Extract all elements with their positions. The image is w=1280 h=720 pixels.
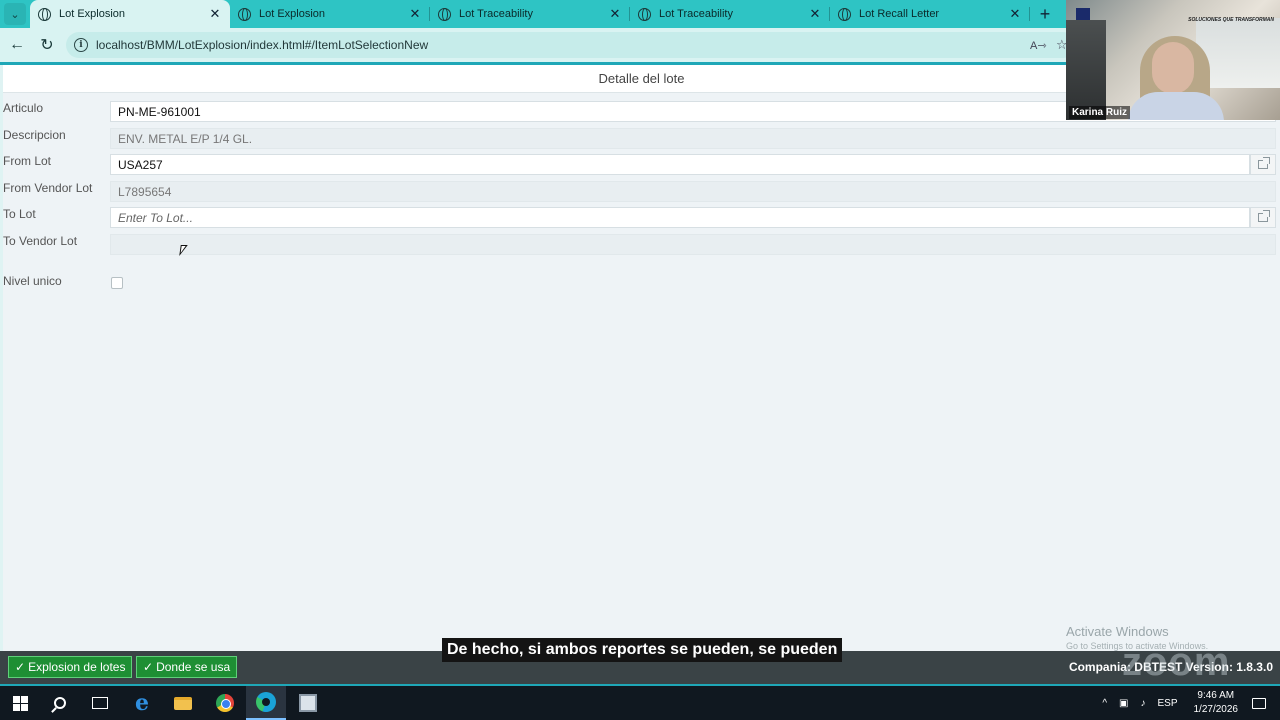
participant-name: Karina Ruiz: [1069, 106, 1131, 119]
close-icon[interactable]: ✕: [1008, 6, 1022, 22]
windows-taskbar: e ^ ▣ ♪ ESP 9:46 AM 1/27/2026: [0, 686, 1280, 720]
tab-title: Lot Traceability: [459, 8, 533, 20]
windows-logo-icon: [12, 695, 28, 711]
task-view-icon: [92, 697, 108, 709]
app-button[interactable]: [288, 686, 328, 720]
url-text[interactable]: localhost/BMM/LotExplosion/index.html#/I…: [96, 38, 1030, 52]
articulo-label: Articulo: [3, 101, 44, 115]
to-vendor-lot-field: [110, 234, 1276, 255]
to-lot-label: To Lot: [3, 207, 36, 221]
from-vendor-lot-row: From Vendor Lot L7895654: [3, 181, 1280, 207]
internet-explorer-icon: e: [135, 690, 149, 716]
open-lookup-icon: [1258, 210, 1270, 222]
company-tagline: SOLUCIONES QUE TRANSFORMAN: [1188, 17, 1274, 23]
nivel-unico-checkbox[interactable]: [111, 277, 123, 289]
system-tray: ^ ▣ ♪ ESP 9:46 AM 1/27/2026: [1096, 686, 1280, 720]
globe-icon: [38, 7, 51, 21]
to-lot-lookup-button[interactable]: [1250, 207, 1276, 228]
from-vendor-lot-field: L7895654: [110, 181, 1276, 202]
chevron-down-icon[interactable]: ⌄: [4, 3, 26, 25]
clock[interactable]: 9:46 AM 1/27/2026: [1194, 689, 1239, 717]
edge-icon: [256, 692, 276, 712]
descripcion-field: ENV. METAL E/P 1/4 GL.: [110, 128, 1276, 149]
browser-tab-3[interactable]: Lot Traceability ✕: [430, 0, 630, 28]
task-view-button[interactable]: [80, 686, 120, 720]
info-icon[interactable]: i: [74, 38, 88, 52]
browser-tab-5[interactable]: Lot Recall Letter ✕: [830, 0, 1030, 28]
checkmark-icon: ✓: [15, 660, 26, 674]
lot-detail-page: Detalle del lote Articulo PN-ME-961001 D…: [3, 65, 1280, 651]
read-aloud-icon[interactable]: A⇾: [1030, 39, 1056, 52]
activate-windows-title: Activate Windows: [1066, 624, 1169, 639]
from-lot-lookup-button[interactable]: [1250, 154, 1276, 175]
globe-icon: [438, 7, 451, 21]
close-icon[interactable]: ✕: [808, 6, 822, 22]
to-vendor-lot-label: To Vendor Lot: [3, 234, 78, 248]
tab-title: Lot Recall Letter: [859, 8, 940, 20]
chrome-button[interactable]: [205, 686, 245, 720]
close-icon[interactable]: ✕: [208, 6, 222, 22]
nivel-unico-row: Nivel unico: [3, 274, 1280, 300]
refresh-icon[interactable]: ↻: [32, 35, 62, 55]
donde-button-label: Donde se usa: [156, 660, 231, 674]
tab-actions-menu[interactable]: ⌄: [0, 0, 30, 28]
internet-explorer-button[interactable]: e: [122, 686, 162, 720]
close-icon[interactable]: ✕: [608, 6, 622, 22]
live-caption: De hecho, si ambos reportes se pueden, s…: [442, 638, 843, 662]
tab-title: Lot Explosion: [259, 8, 326, 20]
network-icon[interactable]: ▣: [1119, 698, 1128, 709]
participant-shirt: [1128, 92, 1224, 120]
globe-icon: [638, 7, 651, 21]
tab-title: Lot Traceability: [659, 8, 733, 20]
new-tab-button[interactable]: +: [1030, 0, 1060, 28]
to-vendor-lot-row: To Vendor Lot: [3, 234, 1280, 260]
folder-icon: [174, 696, 192, 710]
to-lot-field[interactable]: Enter To Lot...: [110, 207, 1250, 228]
donde-se-usa-button[interactable]: ✓ Donde se usa: [136, 656, 238, 678]
tab-title: Lot Explosion: [59, 8, 126, 20]
clock-time: 9:46 AM: [1197, 690, 1235, 701]
app-icon: [299, 694, 317, 712]
url-field[interactable]: i localhost/BMM/LotExplosion/index.html#…: [66, 32, 1076, 58]
language-indicator[interactable]: ESP: [1157, 698, 1177, 709]
descripcion-row: Descripcion ENV. METAL E/P 1/4 GL.: [3, 128, 1280, 154]
edge-button[interactable]: [246, 686, 286, 720]
globe-icon: [838, 7, 851, 21]
participant-video-tile[interactable]: SOLUCIONES QUE TRANSFORMAN Karina Ruiz: [1066, 0, 1280, 120]
to-lot-row: To Lot Enter To Lot...: [3, 207, 1280, 233]
browser-tab-2[interactable]: Lot Explosion ✕: [230, 0, 430, 28]
start-button[interactable]: [0, 686, 40, 720]
close-icon[interactable]: ✕: [408, 6, 422, 22]
volume-icon[interactable]: ♪: [1140, 698, 1145, 709]
company-logo-icon: [1076, 8, 1090, 20]
from-vendor-lot-label: From Vendor Lot: [3, 181, 93, 195]
nivel-unico-label: Nivel unico: [3, 274, 62, 288]
from-lot-label: From Lot: [3, 154, 52, 168]
browser-tab-1[interactable]: Lot Explosion ✕: [30, 0, 230, 28]
from-lot-row: From Lot USA257: [3, 154, 1280, 180]
clock-date: 1/27/2026: [1193, 704, 1239, 715]
back-arrow-icon[interactable]: ←: [2, 36, 32, 54]
descripcion-label: Descripcion: [3, 128, 66, 142]
taskbar-search-button[interactable]: [40, 686, 80, 720]
globe-icon: [238, 7, 251, 21]
zoom-watermark: zoom: [1122, 640, 1231, 684]
explosion-de-lotes-button[interactable]: ✓ Explosion de lotes: [8, 656, 133, 678]
background-shelf: [1066, 20, 1106, 120]
checkmark-icon: ✓: [143, 660, 154, 674]
tab-separator: [1029, 7, 1030, 21]
from-lot-field[interactable]: USA257: [110, 154, 1250, 175]
search-icon: [54, 697, 66, 709]
chevron-up-icon[interactable]: ^: [1102, 698, 1107, 709]
notification-icon[interactable]: [1252, 697, 1266, 709]
file-explorer-button[interactable]: [163, 686, 203, 720]
chrome-icon: [216, 694, 234, 712]
explosion-button-label: Explosion de lotes: [28, 660, 126, 674]
participant-face: [1152, 42, 1194, 94]
browser-tab-4[interactable]: Lot Traceability ✕: [630, 0, 830, 28]
open-lookup-icon: [1258, 157, 1270, 169]
